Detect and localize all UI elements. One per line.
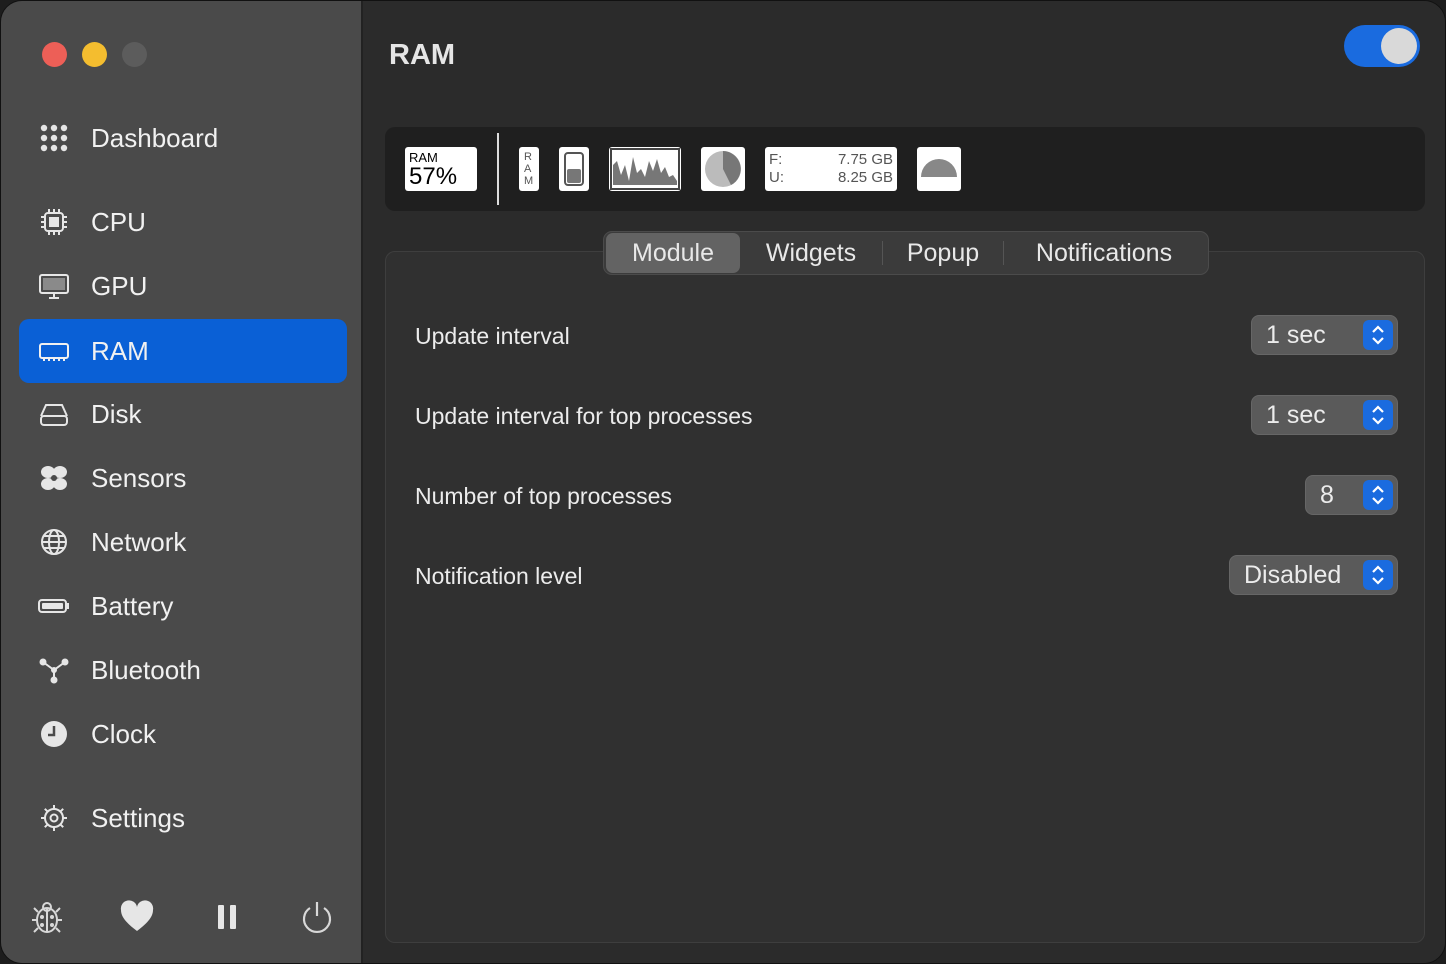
chevron-up-down-icon (1363, 480, 1393, 510)
select-value: 1 sec (1266, 321, 1326, 349)
sidebar-item-ram[interactable]: RAM (19, 319, 347, 383)
sidebar-item-dashboard[interactable]: Dashboard (19, 106, 347, 170)
chevron-up-down-icon (1363, 400, 1393, 430)
sidebar-item-label: CPU (91, 206, 146, 237)
gear-icon (37, 801, 71, 835)
module-enable-toggle[interactable] (1344, 25, 1420, 67)
sidebar-item-settings[interactable]: Settings (19, 786, 347, 850)
sidebar-item-label: Dashboard (91, 122, 219, 153)
globe-icon (37, 525, 71, 559)
bar-chart-widget-preview[interactable] (559, 147, 589, 191)
sidebar-item-cpu[interactable]: CPU (19, 190, 347, 254)
sidebar-item-label: RAM (91, 335, 149, 366)
sidebar-item-label: Sensors (91, 462, 187, 493)
notification-level-label: Notification level (415, 563, 583, 589)
line-chart-widget-preview[interactable] (609, 147, 681, 191)
mini-widget-preview[interactable]: RAM (519, 147, 539, 191)
main-content: RAM RAM 57% RAM F: 7.75 GB U: 8.25 GB Mo… (365, 1, 1445, 963)
tab-widgets[interactable]: Widgets (740, 233, 882, 273)
text-widget-value: 57% (409, 163, 458, 190)
sidebar-item-label: Network (91, 526, 187, 557)
app-window: Dashboard CPU GPU RAM Disk Sensors Netwo… (0, 0, 1446, 964)
tab-bar: Module Widgets Popup Notifications (603, 231, 1209, 275)
memory-widget-preview[interactable]: F: 7.75 GB U: 8.25 GB (765, 147, 897, 191)
sidebar-item-clock[interactable]: Clock (19, 702, 347, 766)
sidebar: Dashboard CPU GPU RAM Disk Sensors Netwo… (1, 1, 363, 963)
widget-separator (497, 133, 499, 205)
update-interval-select[interactable]: 1 sec (1251, 315, 1398, 355)
sidebar-item-label: Settings (91, 802, 185, 833)
select-value: 1 sec (1266, 401, 1326, 429)
window-minimize-button[interactable] (82, 42, 107, 67)
sidebar-item-gpu[interactable]: GPU (19, 254, 347, 318)
bug-icon[interactable] (27, 897, 67, 937)
sidebar-item-sensors[interactable]: Sensors (19, 446, 347, 510)
monitor-icon (37, 269, 71, 303)
sidebar-item-disk[interactable]: Disk (19, 382, 347, 446)
update-interval-top-processes-select[interactable]: 1 sec (1251, 395, 1398, 435)
sidebar-item-bluetooth[interactable]: Bluetooth (19, 638, 347, 702)
window-close-button[interactable] (42, 42, 67, 67)
memory-icon (37, 334, 71, 368)
sidebar-item-battery[interactable]: Battery (19, 574, 347, 638)
select-value: 8 (1320, 481, 1334, 509)
text-widget-preview[interactable]: RAM 57% (405, 147, 477, 191)
widget-preview-bar: RAM 57% RAM F: 7.75 GB U: 8.25 GB (385, 127, 1425, 211)
tab-notifications[interactable]: Notifications (1004, 233, 1204, 273)
disk-drive-icon (37, 397, 71, 431)
chevron-up-down-icon (1363, 320, 1393, 350)
chevron-up-down-icon (1363, 560, 1393, 590)
heart-icon[interactable] (117, 897, 157, 937)
top-processes-count-select[interactable]: 8 (1305, 475, 1398, 515)
pause-icon[interactable] (207, 897, 247, 937)
select-value: Disabled (1244, 561, 1342, 589)
tab-module[interactable]: Module (606, 233, 740, 273)
fan-icon (37, 461, 71, 495)
sidebar-item-label: Bluetooth (91, 654, 201, 685)
memory-used-value: 8.25 GB (837, 169, 893, 186)
toggle-knob (1381, 28, 1417, 64)
battery-icon (37, 589, 71, 623)
sidebar-item-network[interactable]: Network (19, 510, 347, 574)
bluetooth-nodes-icon (37, 653, 71, 687)
sidebar-item-label: Disk (91, 398, 142, 429)
power-icon[interactable] (297, 897, 337, 937)
sidebar-item-label: GPU (91, 270, 148, 301)
sidebar-item-label: Clock (91, 718, 157, 749)
memory-free-value: 7.75 GB (837, 151, 893, 168)
gauge-widget-preview[interactable] (917, 147, 961, 191)
pie-chart-widget-preview[interactable] (701, 147, 745, 191)
page-title: RAM (389, 39, 456, 71)
notification-level-select[interactable]: Disabled (1229, 555, 1398, 595)
window-zoom-button[interactable] (122, 42, 147, 67)
update-interval-label: Update interval (415, 323, 570, 349)
update-interval-top-processes-label: Update interval for top processes (415, 403, 753, 429)
clock-icon (37, 717, 71, 751)
top-processes-count-label: Number of top processes (415, 483, 672, 509)
tab-popup[interactable]: Popup (883, 233, 1003, 273)
dashboard-grid-icon (37, 121, 71, 155)
memory-used-label: U: (769, 169, 784, 186)
cpu-chip-icon (37, 205, 71, 239)
memory-free-label: F: (769, 151, 783, 168)
sidebar-item-label: Battery (91, 590, 174, 621)
